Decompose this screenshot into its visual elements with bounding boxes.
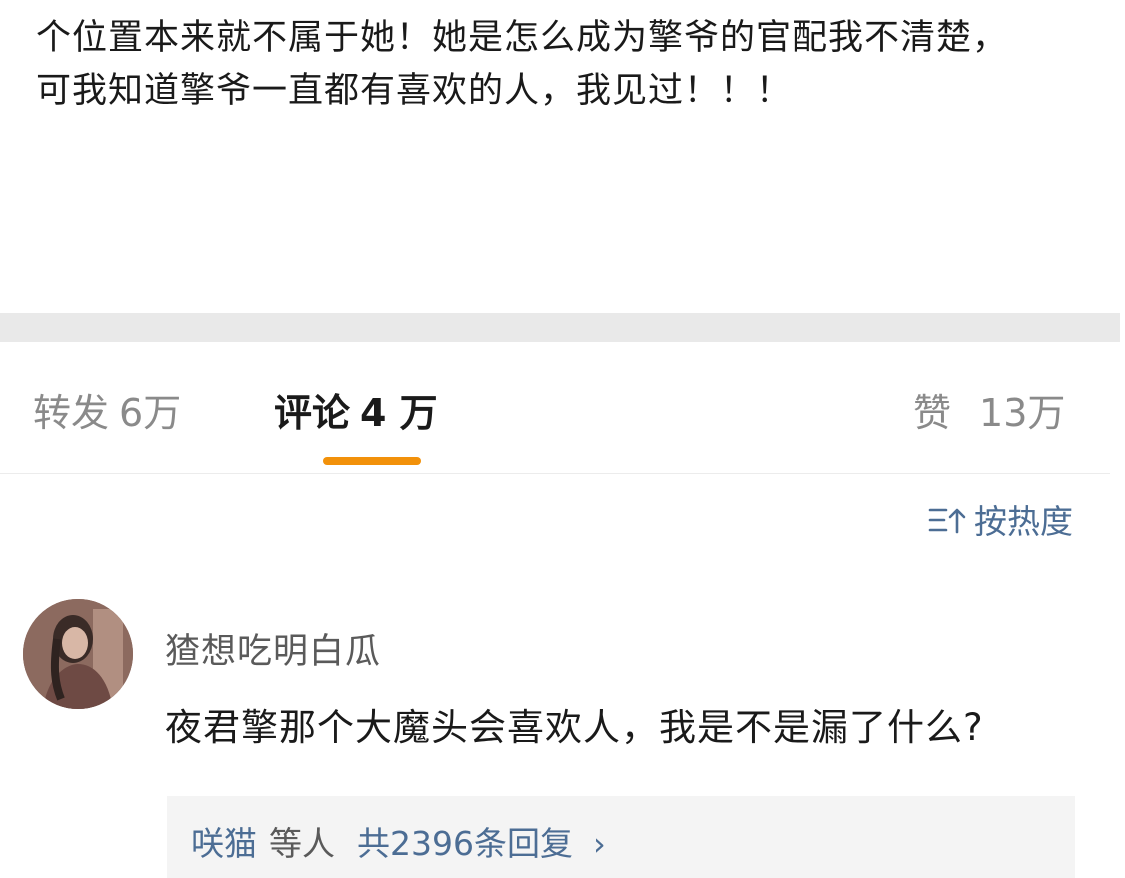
post-body: 你们不要私信骂我了！我讨厌鲤鱼少女还有一个原因，就是这 个位置本来就不属于她！她… [0,0,1125,312]
reply-total-count: 共2396条回复 [357,824,573,863]
reply-others-label: 等人 [269,824,335,863]
tab-like-label: 赞 [913,391,952,435]
tab-comment[interactable]: 评论 4 万 [274,390,438,436]
section-separator [0,313,1120,342]
tab-comment-label: 评论 [274,391,351,435]
comment-author-name[interactable]: 猹想吃明白瓜 [165,630,381,674]
tab-like-count: 13万 [979,391,1066,435]
sort-by-heat-button[interactable]: 按热度 [928,497,1073,541]
sort-by-heat-icon [928,504,966,534]
tab-repost-count: 6万 [119,391,182,435]
active-tab-indicator [323,457,421,465]
sort-label: 按热度 [974,502,1073,541]
reply-user-link[interactable]: 咲猫 [191,824,257,863]
tab-repost-label: 转发 [33,391,110,435]
tab-comment-count: 4 万 [360,391,438,435]
avatar[interactable] [23,599,133,709]
tab-like[interactable]: 赞 13万 [913,390,1065,436]
post-text-line: 个位置本来就不属于她！她是怎么成为擎爷的官配我不清楚， [36,18,1009,58]
post-text: 你们不要私信骂我了！我讨厌鲤鱼少女还有一个原因，就是这 个位置本来就不属于她！她… [36,0,1106,118]
post-text-line: 可我知道擎爷一直都有喜欢的人，我见过！！！ [36,71,793,111]
tab-repost[interactable]: 转发 6万 [33,390,181,436]
replies-summary: 咲猫 等人 共2396条回复 › [191,822,606,866]
comment-text: 夜君擎那个大魔头会喜欢人，我是不是漏了什么? [165,706,984,749]
interaction-tabs: 转发 6万 评论 4 万 赞 13万 [0,342,1110,474]
chevron-right-icon: › [592,825,606,863]
post-text-line: 你们不要私信骂我了！我讨厌鲤鱼少女还有一个原因，就是这 [36,0,1106,12]
view-replies-button[interactable]: 咲猫 等人 共2396条回复 › [167,796,1075,878]
